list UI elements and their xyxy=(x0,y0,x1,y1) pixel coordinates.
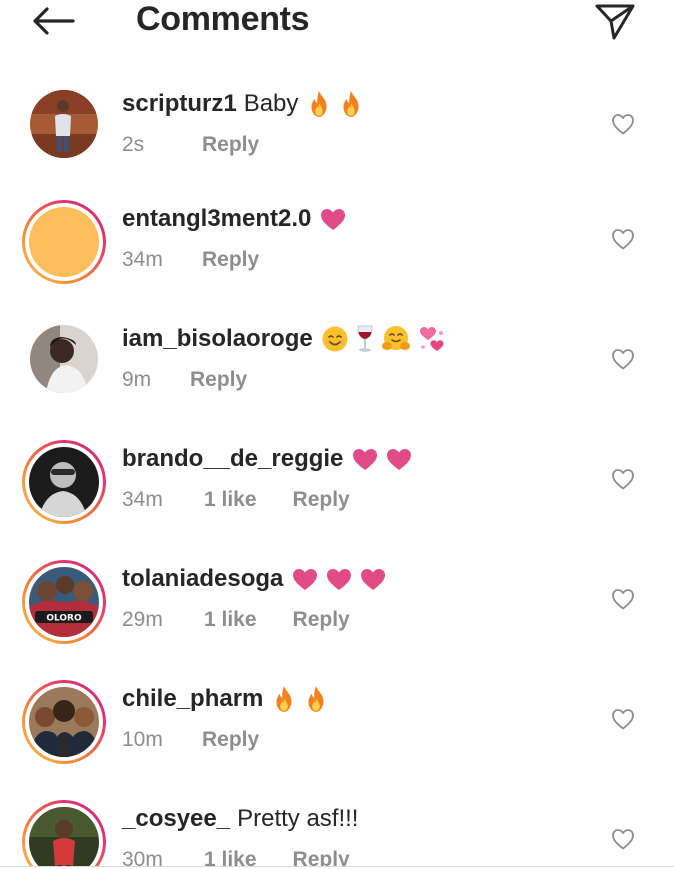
comment-item: chile_pharm 10m Reply xyxy=(0,680,674,800)
emoji-group xyxy=(321,324,447,354)
reply-button[interactable]: Reply xyxy=(293,846,350,866)
reply-button[interactable]: Reply xyxy=(202,131,259,159)
hugging-face-emoji-icon xyxy=(381,326,410,350)
heart-outline-icon xyxy=(612,349,634,370)
avatar[interactable] xyxy=(22,800,106,866)
bottom-divider xyxy=(0,866,674,867)
like-button[interactable] xyxy=(608,225,638,253)
comment-item: iam_bisolaoroge 9m Reply xyxy=(0,320,674,440)
comment-username[interactable]: iam_bisolaoroge xyxy=(122,324,313,354)
comment-username[interactable]: entangl3ment2.0 xyxy=(122,204,311,234)
share-button[interactable] xyxy=(590,0,640,42)
back-button[interactable] xyxy=(28,2,78,40)
fire-emoji-icon xyxy=(343,91,359,117)
avatar[interactable]: OLORO xyxy=(22,560,106,644)
avatar[interactable] xyxy=(22,680,106,764)
comment-item: _cosyee_ Pretty asf!!! 30m 1 like Reply xyxy=(0,800,674,866)
like-count[interactable]: 1 like xyxy=(204,606,257,634)
like-count[interactable]: 1 like xyxy=(204,846,257,866)
comment-username[interactable]: brando__de_reggie xyxy=(122,444,343,474)
like-button[interactable] xyxy=(608,345,638,373)
fire-emoji-icon xyxy=(308,686,324,712)
heart-emoji-icon xyxy=(353,449,378,470)
heart-emoji-icon xyxy=(327,569,352,590)
comment-timestamp: 2s xyxy=(122,133,145,156)
like-button[interactable] xyxy=(608,110,638,138)
avatar-caption: OLORO xyxy=(46,614,82,624)
heart-outline-icon xyxy=(612,589,634,610)
comment-item: brando__de_reggie 34m 1 like Reply xyxy=(0,440,674,560)
comment-text: Pretty asf!!! xyxy=(237,805,359,832)
avatar-photo: OLORO xyxy=(29,567,99,637)
comment-username[interactable]: scripturz1 xyxy=(122,89,237,119)
comment-item: scripturz1 Baby 2s Reply xyxy=(0,85,674,205)
comment-timestamp: 10m xyxy=(122,728,163,751)
like-button[interactable] xyxy=(608,465,638,493)
like-button[interactable] xyxy=(608,705,638,733)
avatar[interactable] xyxy=(30,325,98,393)
heart-emoji-icon xyxy=(361,569,386,590)
arrow-left-icon xyxy=(33,7,75,35)
comment-username[interactable]: chile_pharm xyxy=(122,684,263,714)
emoji-group xyxy=(351,447,413,471)
reply-button[interactable]: Reply xyxy=(202,726,259,754)
heart-outline-icon xyxy=(612,114,634,135)
comment-timestamp: 29m xyxy=(122,608,163,631)
avatar-photo xyxy=(30,325,98,393)
like-button[interactable] xyxy=(608,585,638,613)
comment-item: OLORO tolaniadesoga 29m 1 like Reply xyxy=(0,560,674,680)
comment-timestamp: 9m xyxy=(122,368,152,391)
comment-timestamp: 30m xyxy=(122,848,163,866)
reply-button[interactable]: Reply xyxy=(293,606,350,634)
avatar-photo xyxy=(30,90,98,158)
header-bar: Comments xyxy=(0,0,674,62)
reply-button[interactable]: Reply xyxy=(293,486,350,514)
heart-outline-icon xyxy=(612,709,634,730)
avatar-photo xyxy=(29,207,99,277)
page-title: Comments xyxy=(136,0,310,38)
emoji-group xyxy=(306,90,364,118)
smiling-face-emoji-icon xyxy=(322,326,348,352)
avatar[interactable] xyxy=(22,440,106,524)
fire-emoji-icon xyxy=(311,91,327,117)
emoji-group xyxy=(319,207,347,231)
fire-emoji-icon xyxy=(276,686,292,712)
reply-button[interactable]: Reply xyxy=(190,366,247,394)
heart-outline-icon xyxy=(612,469,634,490)
wine-glass-emoji-icon xyxy=(357,325,373,352)
emoji-group xyxy=(271,685,329,713)
comment-text: Baby xyxy=(243,90,299,117)
heart-emoji-icon xyxy=(293,569,318,590)
like-count[interactable]: 1 like xyxy=(204,486,257,514)
comment-timestamp: 34m xyxy=(122,248,163,271)
avatar[interactable] xyxy=(30,90,98,158)
comment-username[interactable]: _cosyee_ xyxy=(122,804,230,834)
comment-timestamp: 34m xyxy=(122,488,163,511)
revolving-hearts-emoji-icon xyxy=(419,327,444,351)
heart-outline-icon xyxy=(612,229,634,250)
heart-emoji-icon xyxy=(387,449,412,470)
avatar-photo xyxy=(29,807,99,866)
send-icon xyxy=(595,4,635,40)
comment-username[interactable]: tolaniadesoga xyxy=(122,564,283,594)
heart-emoji-icon xyxy=(321,209,346,230)
avatar[interactable] xyxy=(22,200,106,284)
heart-outline-icon xyxy=(612,829,634,850)
avatar-photo xyxy=(29,687,99,757)
reply-button[interactable]: Reply xyxy=(202,246,259,274)
like-button[interactable] xyxy=(608,825,638,853)
avatar-photo xyxy=(29,447,99,517)
emoji-group xyxy=(291,567,387,591)
comment-item: entangl3ment2.0 34m Reply xyxy=(0,200,674,320)
